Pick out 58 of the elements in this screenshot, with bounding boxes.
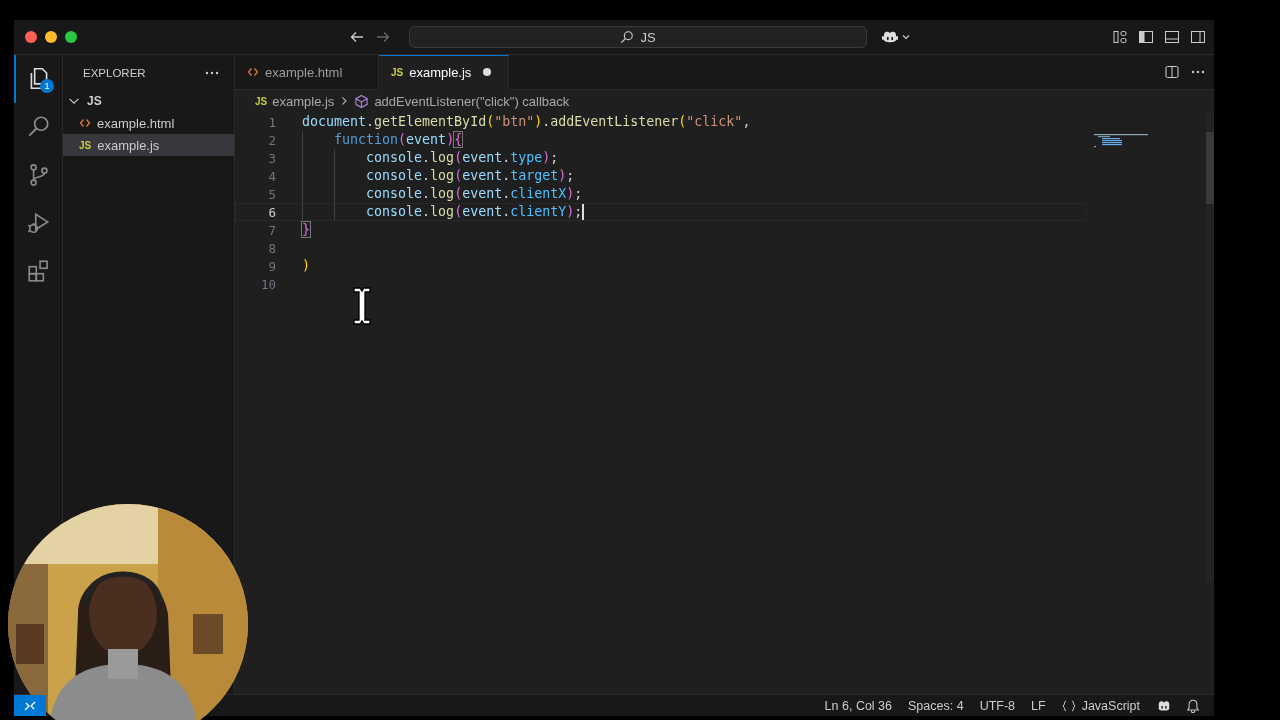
breadcrumb-item[interactable]: addEventListener("click") callback — [374, 93, 570, 109]
toggle-sidebar-icon[interactable] — [1138, 29, 1154, 45]
status-item[interactable]: UTF-8 — [979, 698, 1016, 713]
code-line: function(event){ — [302, 131, 463, 149]
command-center-search[interactable]: JS — [409, 26, 867, 48]
code-line: console.log(event.clientX); — [302, 185, 583, 203]
split-editor-icon[interactable] — [1164, 64, 1180, 80]
line-number: 5 — [267, 186, 276, 202]
robot-icon[interactable] — [1156, 698, 1172, 713]
forward-arrow-icon[interactable] — [375, 29, 391, 45]
maximize-button[interactable] — [65, 31, 77, 43]
html-file-icon — [79, 117, 91, 129]
unsaved-dot — [483, 68, 492, 76]
toggle-secondary-sidebar-icon[interactable] — [1190, 29, 1206, 45]
minimize-button[interactable] — [45, 31, 57, 43]
line-number: 4 — [267, 168, 276, 184]
remote-button[interactable] — [14, 695, 46, 716]
robot-icon — [881, 29, 899, 45]
scrollbar[interactable] — [1206, 112, 1214, 582]
run-debug-icon — [26, 210, 52, 236]
html-file-icon — [247, 66, 259, 78]
line-number: 9 — [267, 258, 276, 274]
line-number: 3 — [267, 150, 276, 166]
line-number: 8 — [267, 240, 276, 256]
line-number: 7 — [267, 222, 276, 238]
line-number: 1 — [267, 114, 276, 130]
customize-layout-icon[interactable] — [1112, 29, 1128, 45]
bell-icon[interactable] — [1186, 698, 1200, 713]
breadcrumb-item[interactable]: JS example.js — [255, 93, 335, 109]
code-line: console.log(event.target); — [302, 167, 575, 185]
back-arrow-icon[interactable] — [349, 29, 365, 45]
code-line: document.getElementById("btn").addEventListener("click", — [302, 113, 751, 131]
file-item[interactable]: JS example.js — [63, 134, 234, 156]
language-mode[interactable]: JavaScript — [1061, 698, 1140, 713]
line-number: 2 — [267, 132, 276, 148]
toggle-panel-icon[interactable] — [1164, 29, 1180, 45]
chevron-down-icon — [901, 32, 911, 42]
explorer-title: EXPLORER — [83, 66, 146, 79]
close-button[interactable] — [25, 31, 37, 43]
status-item[interactable]: LF — [1031, 698, 1046, 713]
folder-item[interactable]: JS — [63, 90, 234, 112]
status-item[interactable]: Spaces: 4 — [908, 698, 964, 713]
braces-icon — [1061, 699, 1076, 712]
code-line: console.log(event.type); — [302, 149, 559, 167]
line-number: 6 — [267, 204, 276, 220]
code-line: } — [302, 221, 310, 239]
code-line: console.log(event.clientY); — [302, 203, 585, 221]
editor-tab[interactable]: JS example.js — [379, 54, 509, 90]
status-item[interactable]: Ln 6, Col 36 — [824, 698, 893, 713]
cube-icon — [354, 93, 370, 109]
count-badge: 1 — [40, 79, 54, 93]
copilot-menu-button[interactable] — [881, 29, 911, 45]
search-icon — [620, 30, 635, 44]
text-cursor-icon — [351, 286, 373, 326]
file-item[interactable]: example.html — [63, 112, 234, 134]
line-number: 10 — [259, 276, 276, 292]
activity-bar-item[interactable]: 1 — [14, 55, 62, 103]
code-line: ) — [302, 257, 310, 275]
